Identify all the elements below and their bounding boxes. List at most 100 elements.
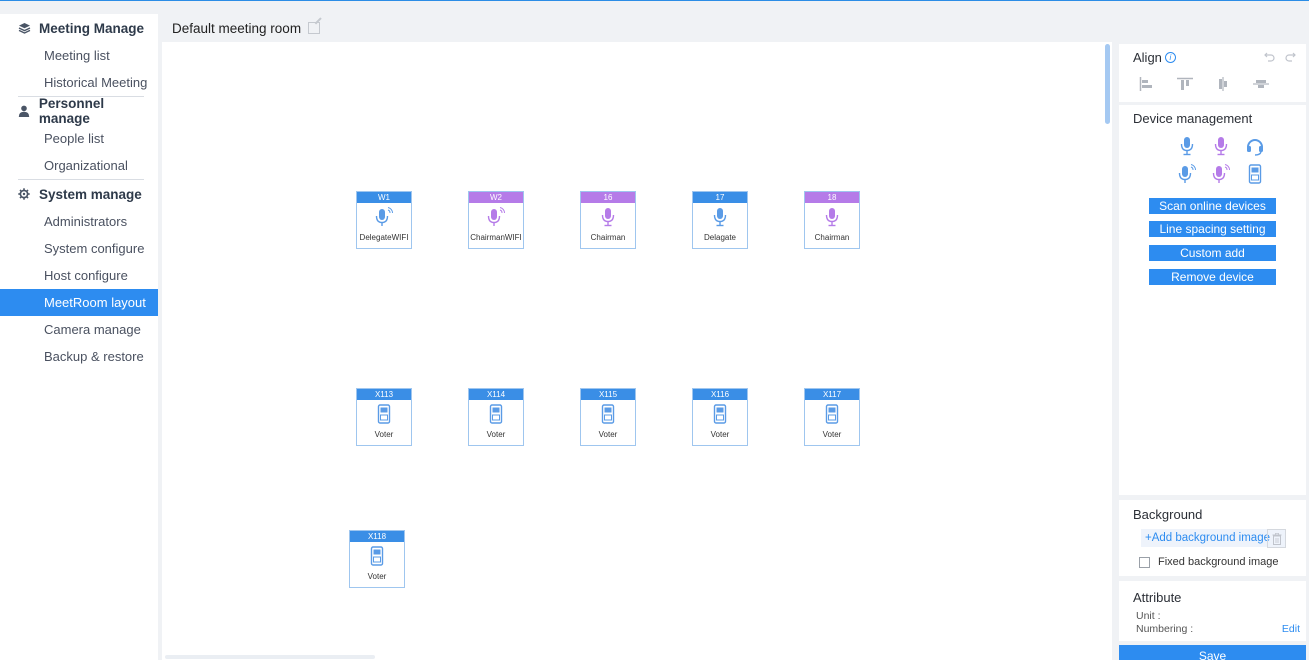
user-icon (17, 104, 31, 118)
voter-icon[interactable] (1239, 163, 1271, 185)
vertical-scrollbar[interactable] (1105, 44, 1110, 124)
page-title: Default meeting room (172, 20, 302, 36)
sidebar-section-title: System manage (39, 186, 142, 202)
voter-icon (693, 400, 747, 428)
device-label: Voter (710, 430, 730, 439)
device-palette (1171, 135, 1271, 185)
edit-link[interactable]: Edit (1282, 623, 1300, 635)
align-tools (1139, 77, 1269, 91)
device-tag: X118 (350, 531, 404, 542)
align-top-icon[interactable] (1177, 77, 1193, 91)
sidebar-section-title: Personnel manage (38, 96, 105, 126)
voter-icon (357, 400, 411, 428)
top-accent-line (0, 0, 1309, 1)
wifi-mic-icon (469, 203, 523, 231)
undo-icon[interactable] (1264, 51, 1275, 62)
device-label: DelegateWIFI (359, 233, 409, 242)
device-tag: X116 (693, 389, 747, 400)
fixed-background-option[interactable]: Fixed background image (1139, 556, 1278, 568)
device-label: ChairmanWIFI (470, 233, 522, 242)
sidebar-item-host-configure[interactable]: Host configure (0, 262, 158, 289)
device-tag: W2 (469, 192, 523, 203)
align-title: Align i (1126, 50, 1176, 65)
align-center-horizontal-icon[interactable] (1253, 77, 1269, 91)
device-tag: 17 (693, 192, 747, 203)
remove-device-button[interactable]: Remove device (1149, 269, 1276, 285)
sidebar-section-title: Meeting Manage (39, 20, 145, 36)
sidebar-item-meetroom-layout[interactable]: MeetRoom layout (0, 289, 158, 316)
align-title-text: Align (1133, 50, 1162, 65)
headset-icon[interactable] (1239, 135, 1271, 157)
chairman-wifi-mic-icon[interactable] (1205, 163, 1237, 185)
fixed-background-label: Fixed background image (1158, 556, 1279, 568)
device-tag: X114 (469, 389, 523, 400)
device-tile[interactable]: X115 Voter (580, 388, 636, 446)
device-tile[interactable]: 18 Chairman (804, 191, 860, 249)
add-background-image-button[interactable]: +Add background image (1141, 529, 1285, 547)
sidebar-item-historical-meeting[interactable]: Historical Meeting (0, 69, 158, 96)
device-tag: W1 (357, 192, 411, 203)
device-label: Chairman (814, 233, 850, 242)
sidebar-item-meeting-list[interactable]: Meeting list (0, 42, 158, 69)
horizontal-scrollbar[interactable] (165, 655, 375, 659)
sidebar-item-people-list[interactable]: People list (0, 125, 158, 152)
microphone-icon (805, 203, 859, 231)
device-tile[interactable]: W2 ChairmanWIFI (468, 191, 524, 249)
scan-online-devices-button[interactable]: Scan online devices (1149, 198, 1276, 214)
layers-icon (17, 21, 31, 35)
microphone-icon (693, 203, 747, 231)
sidebar-section-meeting[interactable]: Meeting Manage (0, 14, 158, 42)
microphone-icon (581, 203, 635, 231)
device-label: Voter (598, 430, 618, 439)
device-tile[interactable]: X116 Voter (692, 388, 748, 446)
sidebar-section-system[interactable]: System manage (0, 180, 158, 208)
attribute-title: Attribute (1133, 590, 1182, 605)
undo-redo (1264, 51, 1296, 62)
line-spacing-setting-button[interactable]: Line spacing setting (1149, 221, 1276, 237)
gear-icon (17, 187, 31, 201)
sidebar-item-backup-restore[interactable]: Backup & restore (0, 343, 158, 370)
info-icon[interactable]: i (1164, 52, 1176, 63)
device-tile[interactable]: X114 Voter (468, 388, 524, 446)
device-label: Voter (822, 430, 842, 439)
sidebar-item-administrators[interactable]: Administrators (0, 208, 158, 235)
chairman-mic-icon[interactable] (1205, 135, 1237, 157)
edit-icon[interactable] (308, 22, 321, 34)
device-management-title: Device management (1133, 111, 1253, 126)
voter-icon (805, 400, 859, 428)
device-tile[interactable]: X113 Voter (356, 388, 412, 446)
background-panel: Background +Add background image Fixed b… (1119, 500, 1306, 576)
delegate-mic-icon[interactable] (1171, 135, 1203, 157)
align-panel: Align i (1119, 44, 1306, 102)
device-tile[interactable]: W1 DelegateWIFI (356, 191, 412, 249)
unit-label: Unit : (1136, 610, 1161, 622)
trash-icon[interactable] (1267, 529, 1286, 548)
room-header: Default meeting room (158, 14, 1309, 42)
device-label: Voter (374, 430, 394, 439)
align-left-icon[interactable] (1139, 77, 1155, 91)
sidebar-section-personnel[interactable]: Personnel manage (0, 96, 158, 126)
sidebar-item-camera-manage[interactable]: Camera manage (0, 316, 158, 343)
device-tile[interactable]: X118 Voter (349, 530, 405, 588)
save-button[interactable]: Save (1119, 645, 1306, 660)
device-tile[interactable]: 17 Delagate (692, 191, 748, 249)
numbering-label: Numbering : (1136, 623, 1194, 635)
layout-canvas[interactable] (162, 42, 1112, 660)
sidebar-item-organizational[interactable]: Organizational (0, 152, 158, 179)
device-tag: 16 (581, 192, 635, 203)
device-label: Voter (367, 572, 387, 581)
device-tag: X115 (581, 389, 635, 400)
redo-icon[interactable] (1285, 51, 1296, 62)
fixed-background-checkbox[interactable] (1139, 556, 1150, 568)
delegate-wifi-mic-icon[interactable] (1171, 163, 1203, 185)
device-tile[interactable]: X117 Voter (804, 388, 860, 446)
device-tile[interactable]: 16 Chairman (580, 191, 636, 249)
sidebar-item-system-configure[interactable]: System configure (0, 235, 158, 262)
background-title: Background (1133, 507, 1203, 522)
device-tag: X117 (805, 389, 859, 400)
custom-add-button[interactable]: Custom add (1149, 245, 1276, 261)
device-label: Delagate (703, 233, 737, 242)
attribute-panel: Attribute Unit : Numbering : Edit (1119, 581, 1306, 641)
voter-icon (581, 400, 635, 428)
align-center-vertical-icon[interactable] (1215, 77, 1231, 91)
